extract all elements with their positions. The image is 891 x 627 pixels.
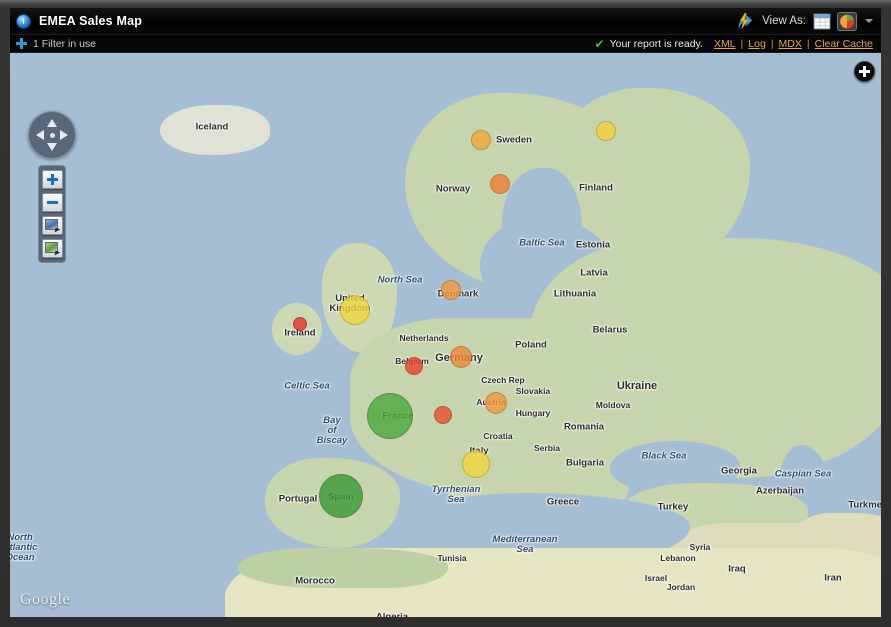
map-bubble-united kingdom[interactable]: [340, 295, 370, 325]
map-bubble-finland[interactable]: [596, 121, 616, 141]
landmass-atlas-mountains: [238, 548, 448, 588]
table-grid-icon[interactable]: [813, 13, 831, 30]
map-label-turkmenis: Turkmenis: [848, 500, 881, 511]
page-title: EMEA Sales Map: [39, 14, 142, 28]
expand-map-button[interactable]: [854, 61, 875, 82]
map-bubble-denmark[interactable]: [441, 280, 461, 300]
chevron-down-icon[interactable]: [865, 19, 873, 23]
map-bubble-germany[interactable]: [450, 346, 472, 368]
map-bubble-norway-south[interactable]: [490, 174, 510, 194]
pan-center-dot[interactable]: [50, 133, 55, 138]
map-viewport[interactable]: IcelandSwedenNorwayFinlandBaltic SeaEsto…: [10, 53, 881, 617]
pan-left-arrow-icon[interactable]: [36, 130, 44, 140]
map-bubble-spain[interactable]: [319, 474, 363, 518]
terrain-layer-button[interactable]: [42, 239, 63, 258]
satellite-layer-button[interactable]: [42, 216, 63, 235]
map-bubble-italy[interactable]: [462, 450, 490, 478]
link-separator: |: [771, 38, 774, 50]
map-bubble-austria[interactable]: [485, 392, 507, 414]
map-bubble-belgium[interactable]: [405, 357, 423, 375]
map-control-bar: [38, 165, 66, 263]
map-bubble-france[interactable]: [367, 393, 413, 439]
clear-cache-link[interactable]: Clear Cache: [815, 38, 873, 50]
report-ready-text: Your report is ready.: [610, 38, 703, 50]
status-bar: 1 Filter in use ✔ Your report is ready. …: [10, 34, 881, 53]
pan-down-arrow-icon[interactable]: [47, 143, 57, 151]
map-bubble-ireland[interactable]: [293, 317, 307, 331]
plus-icon[interactable]: [16, 38, 27, 49]
status-bar-right: ✔ Your report is ready. XML | Log | MDX …: [595, 38, 876, 50]
map-canvas[interactable]: IcelandSwedenNorwayFinlandBaltic SeaEsto…: [10, 53, 881, 617]
title-bar-actions: View As:: [737, 13, 875, 30]
map-label-celtic-sea: Celtic Sea: [284, 381, 329, 392]
pan-up-arrow-icon[interactable]: [47, 119, 57, 127]
info-icon[interactable]: i: [16, 14, 31, 29]
pan-control[interactable]: [28, 111, 76, 159]
pie-chart-icon[interactable]: [838, 13, 856, 30]
title-bar: i EMEA Sales Map View As:: [10, 8, 881, 34]
map-bubble-switzerland[interactable]: [434, 406, 452, 424]
filter-status: 1 Filter in use: [33, 38, 96, 50]
link-separator: |: [741, 38, 744, 50]
link-separator: |: [807, 38, 810, 50]
map-bubble-sweden-north[interactable]: [471, 130, 491, 150]
map-label-bay-of-biscay: BayofBiscay: [317, 416, 348, 446]
xml-link[interactable]: XML: [714, 38, 736, 50]
pan-right-arrow-icon[interactable]: [60, 130, 68, 140]
log-link[interactable]: Log: [748, 38, 766, 50]
check-icon: ✔: [595, 38, 605, 50]
application-window: i EMEA Sales Map View As:: [0, 0, 891, 627]
landmass-iceland: [160, 105, 270, 155]
window-inner: i EMEA Sales Map View As:: [10, 8, 881, 617]
zoom-out-button[interactable]: [42, 193, 63, 212]
mdx-link[interactable]: MDX: [779, 38, 802, 50]
refresh-lightning-icon[interactable]: [737, 13, 755, 29]
view-as-label: View As:: [762, 15, 806, 27]
zoom-in-button[interactable]: [42, 170, 63, 189]
google-attribution: Google: [20, 591, 70, 609]
map-label-north-atlantic-ocean: NorthAtlanticOcean: [10, 533, 37, 563]
